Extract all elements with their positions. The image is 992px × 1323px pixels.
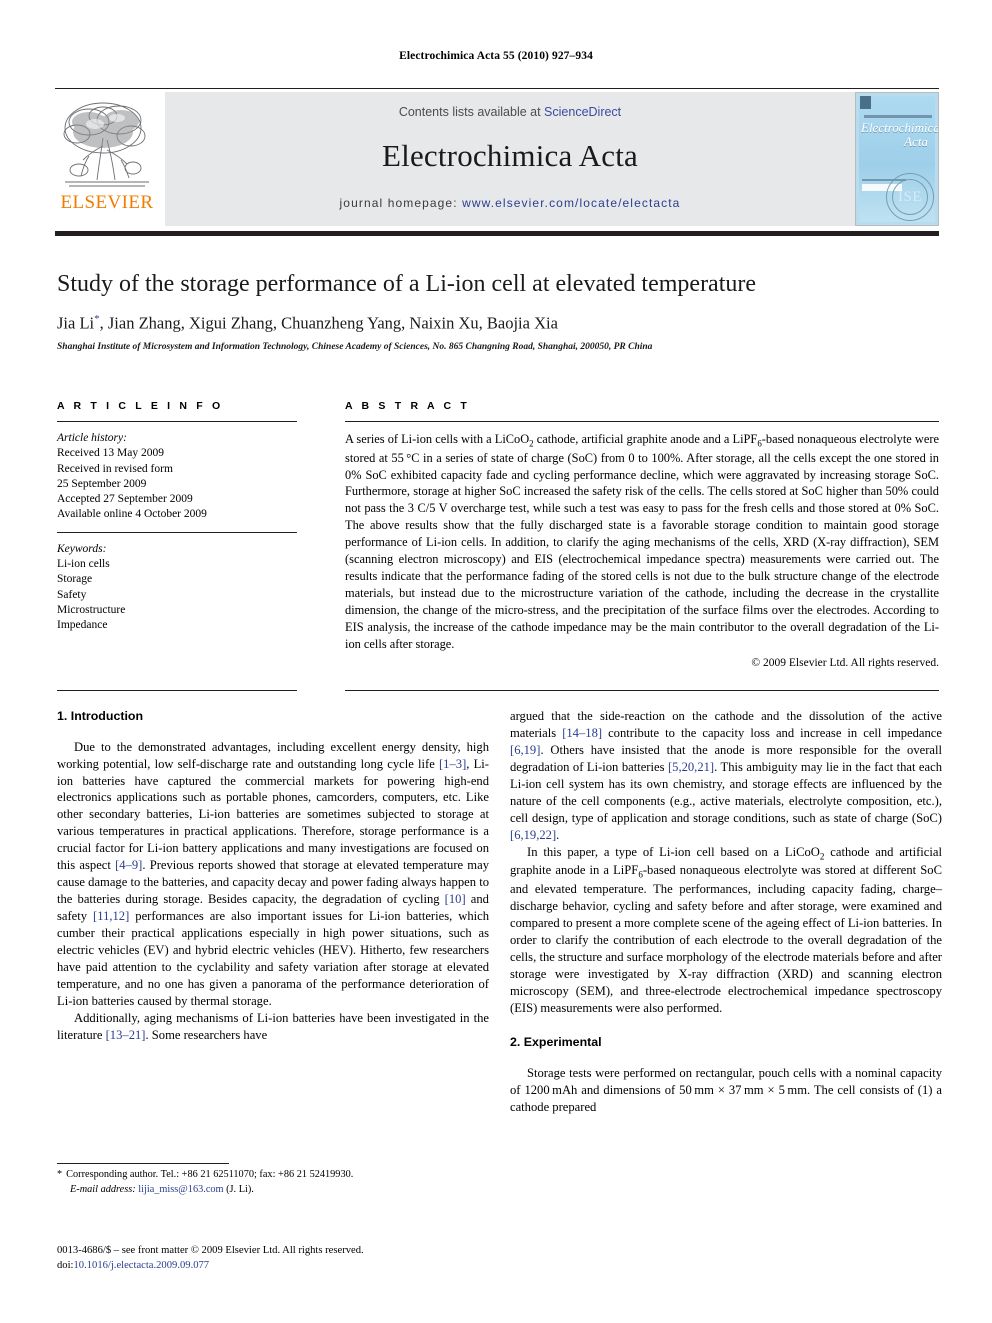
- article-info-rule: [57, 421, 297, 422]
- issn-frontmatter: 0013-4686/$ – see front matter © 2009 El…: [57, 1245, 364, 1256]
- ise-seal-icon: ISE: [886, 173, 934, 221]
- ise-seal-label: ISE: [898, 188, 922, 205]
- article-info-block: A R T I C L E I N F O Article history: R…: [57, 400, 297, 633]
- keywords-block: Keywords: Li-ion cells Storage Safety Mi…: [57, 542, 297, 634]
- corresponding-author-footnote: * Corresponding author. Tel.: +86 21 6251…: [57, 1168, 489, 1197]
- elsevier-tree-icon: [63, 102, 149, 187]
- keyword-item: Li-ion cells: [57, 557, 110, 570]
- corresponding-author-marker: *: [94, 313, 100, 325]
- keywords-label: Keywords:: [57, 542, 107, 555]
- email-label: E-mail address:: [70, 1183, 136, 1195]
- sciencedirect-link[interactable]: ScienceDirect: [544, 105, 621, 119]
- abstract-block: A B S T R A C T A series of Li-ion cells…: [345, 400, 939, 669]
- doi-link[interactable]: 10.1016/j.electacta.2009.09.077: [73, 1260, 209, 1271]
- body-column-right: argued that the side-reaction on the cat…: [510, 708, 942, 1116]
- abstract-text: A series of Li-ion cells with a LiCoO2 c…: [345, 432, 939, 651]
- abstract-bottom-rule: [345, 690, 939, 691]
- keyword-item: Safety: [57, 588, 87, 601]
- elsevier-logo: ELSEVIER: [55, 92, 159, 226]
- imprint-block: 0013-4686/$ – see front matter © 2009 El…: [57, 1243, 489, 1274]
- running-head: Electrochimica Acta 55 (2010) 927–934: [399, 50, 593, 62]
- paragraph: Storage tests were performed on rectangu…: [510, 1066, 942, 1114]
- citation-ref[interactable]: [13–21]: [106, 1028, 146, 1042]
- keywords-rule: [57, 531, 297, 533]
- paragraph: In this paper, a type of Li-ion cell bas…: [510, 844, 942, 1015]
- contents-prefix: Contents lists available at: [398, 105, 545, 119]
- body-column-left: 1. Introduction Due to the demonstrated …: [57, 708, 489, 1044]
- paper-page: Electrochimica Acta 55 (2010) 927–934 EL…: [0, 0, 992, 1323]
- abstract-copyright: © 2009 Elsevier Ltd. All rights reserved…: [751, 656, 939, 669]
- journal-cover-thumbnail: Electrochimica Acta ISE: [855, 92, 939, 226]
- history-item: 25 September 2009: [57, 477, 147, 490]
- cover-title-line2: Acta: [904, 133, 928, 149]
- footnote-contact: Corresponding author. Tel.: +86 21 62511…: [66, 1169, 354, 1180]
- journal-title: Electrochimica Acta: [382, 138, 638, 173]
- history-item: Accepted 27 September 2009: [57, 493, 193, 506]
- keyword-item: Microstructure: [57, 603, 126, 616]
- email-link[interactable]: lijia_miss@163.com: [138, 1184, 223, 1195]
- history-item: Available online 4 October 2009: [57, 508, 207, 521]
- citation-ref[interactable]: [6,19,22]: [510, 828, 556, 842]
- email-owner: (J. Li).: [226, 1183, 254, 1195]
- masthead-top-rule: [55, 88, 939, 89]
- journal-masthead: ELSEVIER Contents lists available at Sci…: [55, 92, 939, 226]
- citation-ref[interactable]: [11,12]: [93, 909, 129, 923]
- citation-ref[interactable]: [10]: [445, 892, 466, 906]
- elsevier-wordmark: ELSEVIER: [60, 192, 154, 213]
- footnote-email-line: E-mail address: lijia_miss@163.com (J. L…: [57, 1183, 489, 1198]
- journal-homepage-link[interactable]: www.elsevier.com/locate/electacta: [462, 196, 680, 210]
- paragraph: argued that the side-reaction on the cat…: [510, 709, 942, 842]
- article-info-heading: A R T I C L E I N F O: [57, 400, 224, 412]
- citation-ref[interactable]: [1–3]: [439, 757, 466, 771]
- citation-ref[interactable]: [6,19]: [510, 743, 540, 757]
- footnote-marker: *: [57, 1169, 63, 1180]
- cover-title-line1: Electrochimica: [861, 120, 939, 135]
- abstract-heading: A B S T R A C T: [345, 400, 470, 412]
- author-list: Jia Li*, Jian Zhang, Xigui Zhang, Chuanz…: [57, 313, 558, 333]
- paragraph: Due to the demonstrated advantages, incl…: [57, 739, 490, 1008]
- keyword-item: Impedance: [57, 619, 108, 632]
- footnote-rule: [57, 1163, 229, 1164]
- article-history: Article history: Received 13 May 2009 Re…: [57, 431, 297, 523]
- homepage-prefix: journal homepage:: [339, 196, 463, 210]
- paragraph: Additionally, aging mechanisms of Li-ion…: [57, 1010, 489, 1042]
- info-bottom-rule: [57, 690, 297, 691]
- citation-ref[interactable]: [14–18]: [562, 726, 602, 740]
- cover-publisher-mark: [860, 96, 871, 109]
- history-item: Received in revised form: [57, 462, 173, 475]
- masthead-band: Contents lists available at ScienceDirec…: [165, 92, 855, 226]
- article-history-label: Article history:: [57, 432, 127, 444]
- citation-ref[interactable]: [4–9]: [115, 858, 142, 872]
- citation-ref[interactable]: [5,20,21]: [668, 760, 714, 774]
- cover-eyebrow-text: [864, 115, 932, 118]
- cover-title: Electrochimica Acta: [861, 121, 938, 149]
- section-heading-introduction: 1. Introduction: [57, 709, 144, 723]
- section-heading-experimental: 2. Experimental: [510, 1035, 602, 1050]
- abstract-rule: [345, 421, 939, 422]
- keyword-item: Storage: [57, 573, 93, 586]
- affiliation: Shanghai Institute of Microsystem and In…: [57, 342, 653, 352]
- masthead-bottom-rule: [55, 231, 939, 236]
- page-title: Study of the storage performance of a Li…: [57, 271, 757, 297]
- history-item: Received 13 May 2009: [57, 447, 164, 460]
- doi-label: doi:: [57, 1260, 74, 1272]
- journal-homepage-line: journal homepage: www.elsevier.com/locat…: [165, 196, 855, 210]
- contents-list-line: Contents lists available at ScienceDirec…: [165, 105, 855, 119]
